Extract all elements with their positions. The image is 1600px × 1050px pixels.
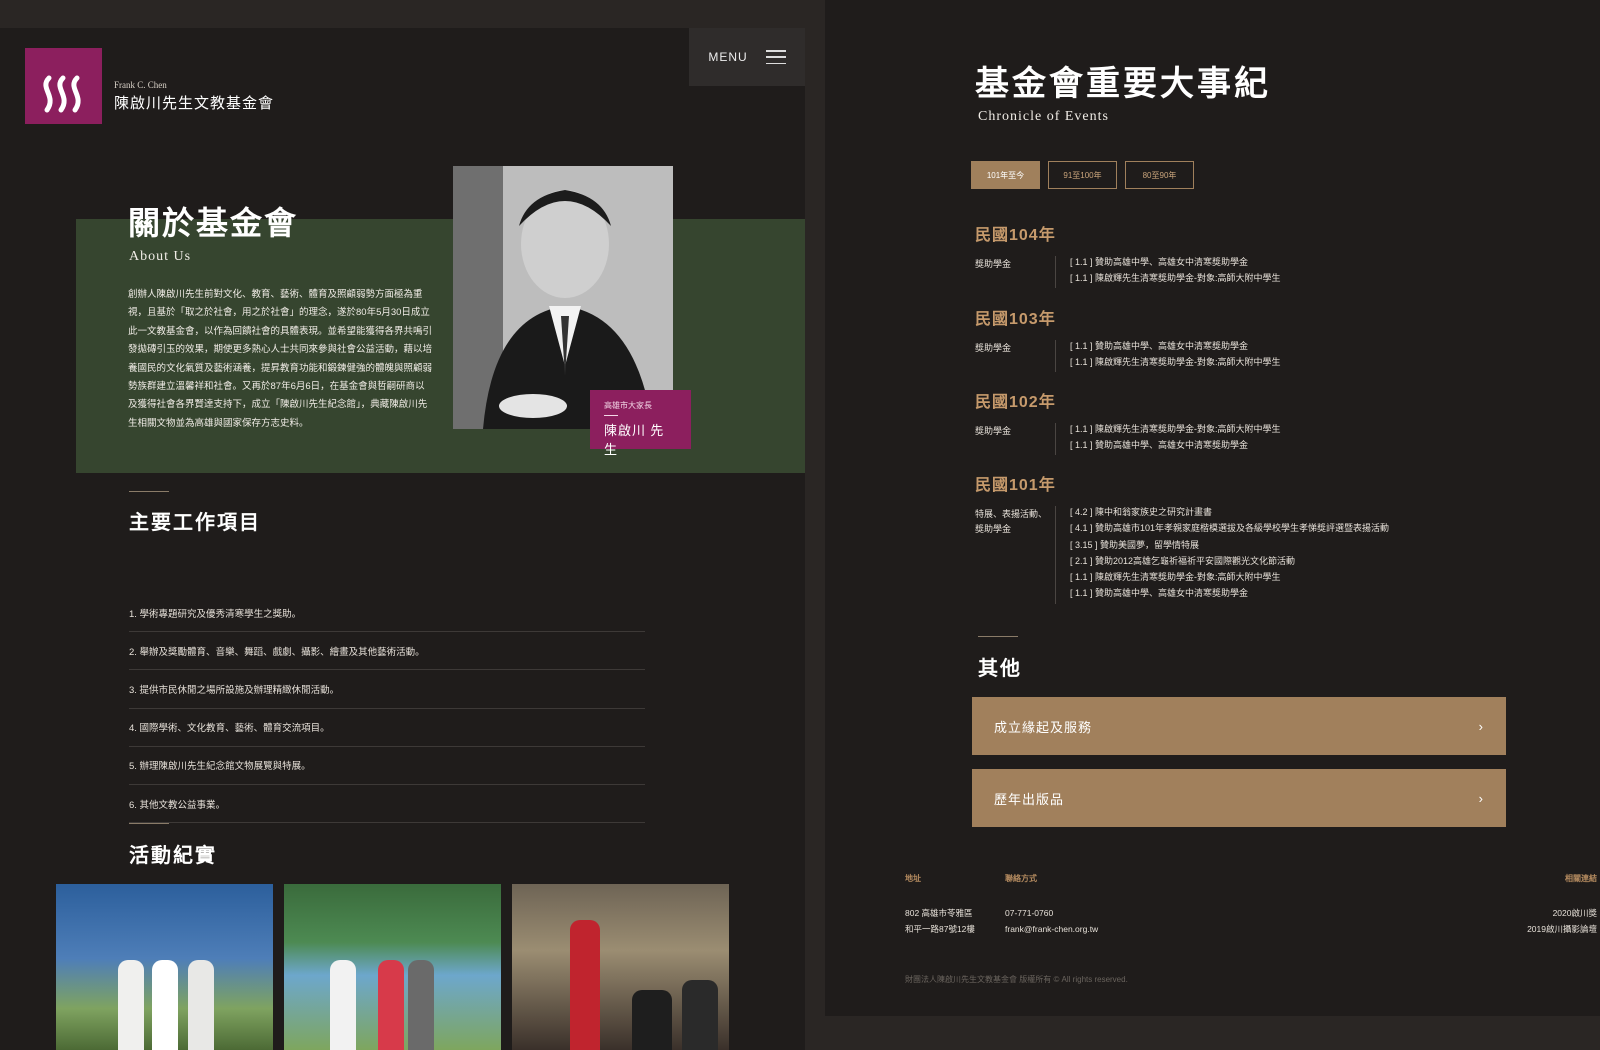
origin-services-label: 成立緣起及服務 xyxy=(994,719,1093,735)
publications-button[interactable]: 歷年出版品 › xyxy=(972,769,1506,827)
timeline-line xyxy=(1055,506,1056,604)
foundation-logo[interactable] xyxy=(25,48,102,124)
activity-photo-golf-ceremony[interactable] xyxy=(56,884,273,1050)
about-title: 關於基金會 xyxy=(128,205,299,241)
event-category: 特展、表揚活動、獎助學金 xyxy=(975,509,1048,534)
photo-figure xyxy=(378,960,404,1050)
footer-links: 2020啟川獎 2019啟川攝影論壇 xyxy=(1527,905,1597,937)
timeline-line xyxy=(1055,423,1056,455)
photo-figure xyxy=(408,960,434,1050)
event-list: [ 4.2 ] 陳中和翁家族史之研究計畫書 [ 4.1 ] 贊助高雄市101年孝… xyxy=(1070,504,1389,602)
tab-91-100[interactable]: 91至100年 xyxy=(1048,161,1117,189)
event-item: [ 1.1 ] 贊助高雄中學、高雄女中清寒獎助學金 xyxy=(1070,257,1249,267)
event-item: [ 1.1 ] 陳啟輝先生清寒獎助學金-對象:高師大附中學生 xyxy=(1070,357,1281,368)
caption-small: 高雄市大家長 xyxy=(604,401,652,410)
chronicle-title: 基金會重要大事紀 xyxy=(975,66,1271,103)
origin-services-button[interactable]: 成立緣起及服務 › xyxy=(972,697,1506,755)
address-line: 和平一路87號12樓 xyxy=(905,924,975,934)
event-item: [ 4.1 ] 贊助高雄市101年孝親家庭楷模選拔及各級學校學生孝悌獎評選暨表揚… xyxy=(1070,523,1390,534)
year-heading: 民國103年 xyxy=(975,311,1056,328)
other-divider xyxy=(978,636,1018,637)
work-title: 主要工作項目 xyxy=(129,512,261,534)
work-list: 1. 學術專題研究及優秀清寒學生之獎助。 2. 舉辦及獎勵體育、音樂、舞蹈、戲劇… xyxy=(129,594,645,824)
footer-link-award[interactable]: 2020啟川獎 xyxy=(1527,905,1597,921)
activity-photo-golf-players[interactable] xyxy=(284,884,501,1050)
publications-label: 歷年出版品 xyxy=(994,791,1065,807)
photo-figure xyxy=(330,960,356,1050)
year-heading: 民國102年 xyxy=(975,394,1056,411)
activity-photos xyxy=(56,884,729,1050)
address-line: 802 高雄市苓雅區 xyxy=(905,908,973,918)
event-item: [ 1.1 ] 陳啟輝先生清寒獎助學金-對象:高師大附中學生 xyxy=(1070,572,1281,583)
other-title: 其他 xyxy=(978,658,1022,680)
footer-address-label: 地址 xyxy=(905,874,921,883)
tab-101-present[interactable]: 101年至今 xyxy=(971,161,1040,189)
event-item: [ 2.1 ] 贊助2012高雄乞龜祈福祈平安國際觀光文化節活動 xyxy=(1070,555,1296,566)
timeline-line xyxy=(1055,340,1056,372)
chevron-right-icon: › xyxy=(1478,718,1484,734)
event-list: [ 1.1 ] 贊助高雄中學、高雄女中清寒獎助學金 [ 1.1 ] 陳啟輝先生清… xyxy=(1070,338,1281,371)
event-item: [ 1.1 ] 陳啟輝先生清寒獎助學金-對象:高師大附中學生 xyxy=(1070,273,1281,284)
activity-photo-concert[interactable] xyxy=(512,884,729,1050)
footer-address: 802 高雄市苓雅區 和平一路87號12樓 xyxy=(905,905,975,937)
photo-figure xyxy=(118,960,144,1050)
logo-en: Frank C. Chen xyxy=(114,80,167,90)
photo-figure xyxy=(632,990,672,1050)
event-category: 獎助學金 xyxy=(975,426,1012,436)
chronicle-subtitle: Chronicle of Events xyxy=(978,109,1109,124)
event-list: [ 1.1 ] 贊助高雄中學、高雄女中清寒獎助學金 [ 1.1 ] 陳啟輝先生清… xyxy=(1070,254,1281,287)
chevron-right-icon: › xyxy=(1478,790,1484,806)
menu-label: MENU xyxy=(708,50,748,64)
photo-figure xyxy=(570,920,600,1050)
year-heading: 民國104年 xyxy=(975,227,1056,244)
email-link[interactable]: frank@frank-chen.org.tw xyxy=(1005,921,1098,937)
chronicle-page: 基金會重要大事紀 Chronicle of Events 101年至今 91至1… xyxy=(825,0,1600,1016)
work-item: 6. 其他文教公益事業。 xyxy=(129,785,645,824)
copyright: 財團法人陳啟川先生文教基金會 版權所有 © All rights reserve… xyxy=(905,975,1128,984)
event-list: [ 1.1 ] 陳啟輝先生清寒獎助學金-對象:高師大附中學生 [ 1.1 ] 贊… xyxy=(1070,421,1281,454)
gutter-strip xyxy=(805,0,825,1050)
about-body: 創辦人陳啟川先生前對文化、教育、藝術、體育及照顧弱勢方面極為重視，且基於「取之於… xyxy=(128,289,433,429)
logo-zh: 陳啟川先生文教基金會 xyxy=(114,96,275,112)
hamburger-icon xyxy=(765,50,786,64)
event-item: [ 3.15 ] 贊助美國夢，留學情特展 xyxy=(1070,539,1200,550)
photo-figure xyxy=(188,960,214,1050)
timeline-line xyxy=(1055,256,1056,288)
work-item: 4. 國際學術、文化教育、藝術、體育交流項目。 xyxy=(129,709,645,747)
period-tabs: 101年至今 91至100年 80至90年 xyxy=(971,161,1194,189)
photo-figure xyxy=(152,960,178,1050)
phone-text: 07-771-0760 xyxy=(1005,908,1054,918)
activities-divider xyxy=(129,823,169,824)
work-item: 2. 舉辦及獎勵體育、音樂、舞蹈、戲劇、攝影、繪畫及其他藝術活動。 xyxy=(129,632,645,671)
about-subtitle: About Us xyxy=(129,249,192,264)
caption-divider xyxy=(604,415,618,416)
portrait-caption: 高雄市大家長 陳啟川 先生 xyxy=(590,390,691,457)
event-item: [ 1.1 ] 贊助高雄中學、高雄女中清寒獎助學金 xyxy=(1070,341,1249,351)
event-item: [ 4.2 ] 陳中和翁家族史之研究計畫書 xyxy=(1070,507,1213,517)
footer-link-forum[interactable]: 2019啟川攝影論壇 xyxy=(1527,921,1597,937)
work-item: 5. 辦理陳啟川先生紀念館文物展覽與特展。 xyxy=(129,747,645,785)
menu-button[interactable]: MENU xyxy=(689,28,805,86)
event-item: [ 1.1 ] 陳啟輝先生清寒獎助學金-對象:高師大附中學生 xyxy=(1070,424,1281,434)
footer-links-label: 相關連結 xyxy=(1565,874,1597,883)
work-divider xyxy=(129,491,169,492)
work-item: 1. 學術專題研究及優秀清寒學生之獎助。 xyxy=(129,594,645,633)
caption-name: 陳啟川 先生 xyxy=(604,423,665,457)
event-item: [ 1.1 ] 贊助高雄中學、高雄女中清寒獎助學金 xyxy=(1070,440,1249,451)
logo-mark-icon xyxy=(43,75,81,113)
activities-title: 活動紀實 xyxy=(129,845,217,867)
footer-contact-label: 聯絡方式 xyxy=(1005,874,1037,883)
tab-80-90[interactable]: 80至90年 xyxy=(1125,161,1194,189)
footer-contact: 07-771-0760 frank@frank-chen.org.tw xyxy=(1005,905,1098,937)
event-category: 獎助學金 xyxy=(975,343,1012,353)
event-category: 獎助學金 xyxy=(975,259,1012,269)
photo-figure xyxy=(682,980,718,1050)
work-item: 3. 提供市民休閒之場所設施及辦理精緻休閒活動。 xyxy=(129,670,645,709)
year-heading: 民國101年 xyxy=(975,477,1056,494)
event-item: [ 1.1 ] 贊助高雄中學、高雄女中清寒獎助學金 xyxy=(1070,588,1249,599)
